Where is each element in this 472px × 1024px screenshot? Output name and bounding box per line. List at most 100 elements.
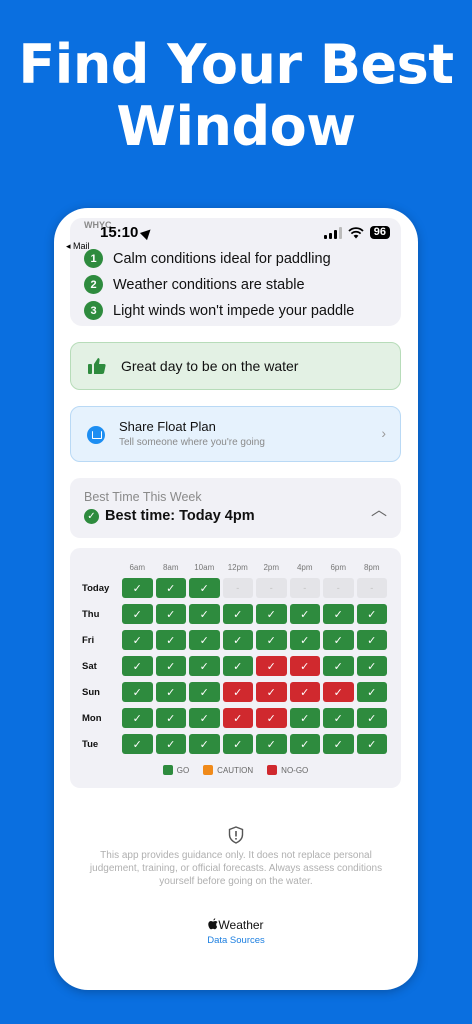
schedule-cell-go[interactable]: ✓ [155,682,186,702]
schedule-cell-go[interactable]: ✓ [155,578,186,598]
schedule-cell-go[interactable]: ✓ [189,708,220,728]
schedule-cell-go[interactable]: ✓ [323,708,354,728]
schedule-cell-go[interactable]: ✓ [155,708,186,728]
schedule-cell-na[interactable]: - [356,578,387,598]
weather-brand-text: Weather [218,918,264,932]
schedule-cell-go[interactable]: ✓ [189,656,220,676]
schedule-cell-go[interactable]: ✓ [323,630,354,650]
schedule-cell-go[interactable]: ✓ [155,656,186,676]
reason-item: 1 Calm conditions ideal for paddling [84,249,331,268]
thumbs-up-icon [88,358,106,374]
reason-number-badge: 3 [84,301,103,320]
schedule-cell-go[interactable]: ✓ [155,734,186,754]
schedule-cell-na[interactable]: - [256,578,287,598]
apple-weather-attribution: Weather [54,918,418,932]
schedule-cell-go[interactable]: ✓ [289,708,320,728]
disclaimer-text: This app provides guidance only. It does… [89,850,383,887]
schedule-cell-go[interactable]: ✓ [256,630,287,650]
share-icon [87,426,105,444]
schedule-cell-nogo[interactable]: ✓ [256,708,287,728]
legend-swatch [203,765,214,775]
best-time-section[interactable]: Best Time This Week ✓ Best time: Today 4… [70,478,401,538]
schedule-cell-go[interactable]: ✓ [122,682,153,702]
schedule-cell-nogo[interactable]: ✓ [256,682,287,702]
schedule-cell-go[interactable]: ✓ [189,630,220,650]
schedule-cell-go[interactable]: ✓ [356,734,387,754]
schedule-cell-go[interactable]: ✓ [323,604,354,624]
schedule-cell-go[interactable]: ✓ [122,656,153,676]
schedule-cell-nogo[interactable]: ✓ [256,656,287,676]
verdict-banner: Great day to be on the water [70,342,401,390]
day-label: Fri [82,634,95,646]
schedule-cell-go[interactable]: ✓ [189,604,220,624]
legend-swatch [267,765,278,775]
schedule-cell-go[interactable]: ✓ [256,734,287,754]
chevron-up-icon[interactable]: ︿ [371,496,387,520]
schedule-cell-go[interactable]: ✓ [323,734,354,754]
schedule-cell-go[interactable]: ✓ [122,630,153,650]
schedule-row: Sat ✓ ✓ ✓ ✓ ✓ ✓ ✓ ✓ [82,656,387,676]
schedule-cell-go[interactable]: ✓ [356,708,387,728]
back-to-mail-link[interactable]: ◂ Mail [66,241,90,252]
reason-number-badge: 2 [84,275,103,294]
schedule-cell-go[interactable]: ✓ [323,656,354,676]
schedule-cell-go[interactable]: ✓ [356,630,387,650]
schedule-cell-nogo[interactable]: ✓ [222,708,253,728]
schedule-cell-na[interactable]: - [222,578,253,598]
schedule-row: Tue ✓ ✓ ✓ ✓ ✓ ✓ ✓ ✓ [82,734,387,754]
schedule-cell-go[interactable]: ✓ [289,604,320,624]
schedule-cell-go[interactable]: ✓ [122,604,153,624]
best-time-value: ✓ Best time: Today 4pm [84,508,255,524]
status-time: 15:10 [100,224,155,241]
hour-label: 6am [129,563,146,572]
schedule-cell-go[interactable]: ✓ [289,734,320,754]
data-sources-link[interactable]: Data Sources [54,935,418,946]
schedule-row: Mon ✓ ✓ ✓ ✓ ✓ ✓ ✓ ✓ [82,708,387,728]
location-arrow-icon [140,225,155,241]
schedule-cell-go[interactable]: ✓ [222,630,253,650]
legend-swatch [162,765,173,775]
schedule-cell-go[interactable]: ✓ [222,734,253,754]
schedule-cell-go[interactable]: ✓ [189,682,220,702]
schedule-cell-go[interactable]: ✓ [189,734,220,754]
schedule-cell-go[interactable]: ✓ [222,604,253,624]
schedule-row: Fri ✓ ✓ ✓ ✓ ✓ ✓ ✓ ✓ [82,630,387,650]
schedule-cell-nogo[interactable]: ✓ [222,682,253,702]
schedule-cell-nogo[interactable]: ✓ [289,656,320,676]
headline-line-2: Window [116,95,356,158]
schedule-cell-nogo[interactable]: ✓ [289,682,320,702]
day-label: Sun [82,686,100,698]
schedule-cell-go[interactable]: ✓ [155,630,186,650]
schedule-cell-go[interactable]: ✓ [155,604,186,624]
schedule-cell-go[interactable]: ✓ [122,578,153,598]
reason-text: Weather conditions are stable [113,276,305,293]
reason-item: 3 Light winds won't impede your paddle [84,301,354,320]
legend-label: GO [176,765,190,775]
schedule-cell-go[interactable]: ✓ [356,604,387,624]
schedule-cell-go[interactable]: ✓ [222,656,253,676]
schedule-legend: GO CAUTION NO-GO [70,765,401,775]
headline-line-1: Find Your Best [18,33,454,96]
schedule-cell-nogo[interactable]: ✓ [323,682,354,702]
reason-item: 2 Weather conditions are stable [84,275,305,294]
share-title: Share Float Plan [119,419,216,434]
share-subtitle: Tell someone where you're going [119,437,265,448]
share-float-plan-button[interactable]: Share Float Plan Tell someone where you'… [70,406,401,462]
schedule-cell-na[interactable]: - [289,578,320,598]
reason-text: Light winds won't impede your paddle [113,302,355,319]
schedule-cell-go[interactable]: ✓ [256,604,287,624]
schedule-row: Thu ✓ ✓ ✓ ✓ ✓ ✓ ✓ ✓ [82,604,387,624]
hour-label: 8pm [363,563,380,572]
schedule-cell-go[interactable]: ✓ [122,708,153,728]
schedule-cell-go[interactable]: ✓ [289,630,320,650]
legend-item-nogo: NO-GO [267,765,308,775]
schedule-cell-go[interactable]: ✓ [189,578,220,598]
phone-screen: 1 Calm conditions ideal for paddling 2 W… [54,208,418,990]
schedule-cell-go[interactable]: ✓ [356,656,387,676]
status-icons: 96 [323,226,390,239]
schedule-cell-na[interactable]: - [323,578,354,598]
legend-label: NO-GO [281,765,309,775]
schedule-cell-go[interactable]: ✓ [122,734,153,754]
schedule-cell-go[interactable]: ✓ [356,682,387,702]
legend-item-go: GO [162,765,190,775]
